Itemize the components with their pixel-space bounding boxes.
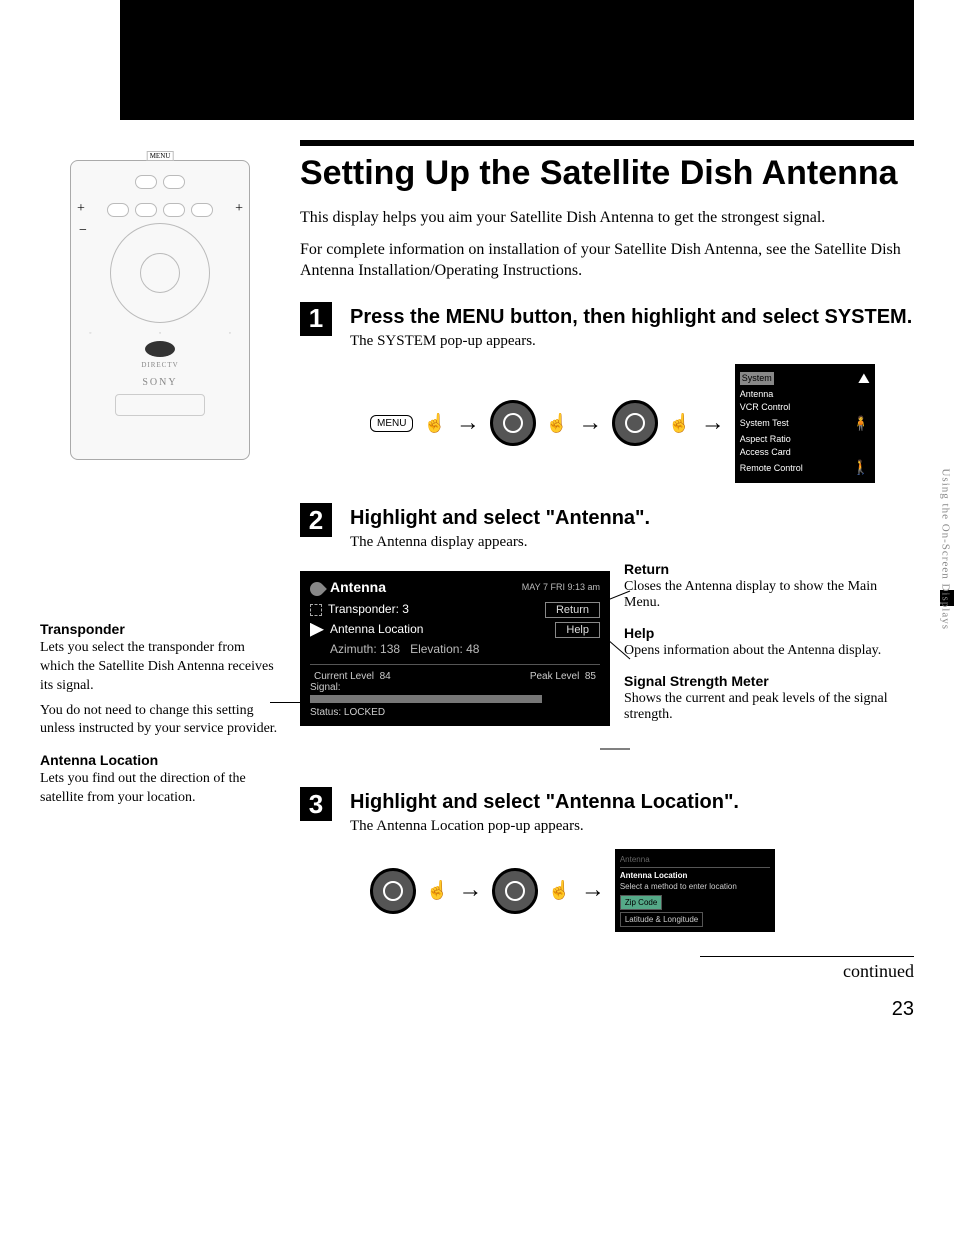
continued-row: continued xyxy=(700,956,914,982)
popup-item: Aspect Ratio xyxy=(740,433,791,446)
leaf-icon xyxy=(307,579,327,599)
step-3-subtitle: The Antenna Location pop-up appears. xyxy=(350,818,914,835)
menu-button-icon: MENU xyxy=(370,415,413,432)
antenna-osd-screen: Antenna MAY 7 FRI 9:13 am Transponder: 3… xyxy=(300,571,610,726)
remote-brand: SONY xyxy=(81,377,239,388)
press-icon: ☝ xyxy=(548,880,570,901)
current-level-label: Current Level xyxy=(314,671,374,682)
page-number: 23 xyxy=(300,998,914,1021)
field-icon xyxy=(310,604,322,616)
azimuth-label: Azimuth: xyxy=(330,642,377,656)
press-icon: ☝ xyxy=(546,413,568,434)
popup-option-latlong[interactable]: Latitude & Longitude xyxy=(620,912,703,927)
popup-section: Antenna Location xyxy=(620,870,770,881)
step-3: 3 Highlight and select "Antenna Location… xyxy=(300,787,914,932)
header-black-bar xyxy=(120,0,914,120)
peak-level-label: Peak Level xyxy=(530,671,579,682)
help-button[interactable]: Help xyxy=(555,622,600,638)
arrow-icon: → xyxy=(581,877,605,904)
step-2-subtitle: The Antenna display appears. xyxy=(350,534,914,551)
joystick-press-icon xyxy=(612,400,658,446)
remote-illustration: MENU ++− ◦◦◦ DIRECTV SONY xyxy=(70,160,250,460)
antenna-location-popup: Antenna Antenna Location Select a method… xyxy=(615,849,775,932)
antenna-location-label: Antenna Location xyxy=(330,622,423,636)
joystick-press-icon xyxy=(492,868,538,914)
popup-item: System Test xyxy=(740,417,789,430)
elevation-label: Elevation: xyxy=(410,642,463,656)
azimuth-value: 138 xyxy=(380,642,400,656)
popup-item: Access Card xyxy=(740,446,791,459)
current-level-value: 84 xyxy=(380,671,391,682)
remote-directv-label: DIRECTV xyxy=(81,361,239,369)
intro-paragraph-1: This display helps you aim your Satellit… xyxy=(300,207,914,229)
intro-paragraph-2: For complete information on installation… xyxy=(300,239,914,282)
signal-label: Signal: xyxy=(310,682,341,693)
osd-datetime: MAY 7 FRI 9:13 am xyxy=(522,582,600,592)
cursor-icon xyxy=(310,623,324,637)
page-title: Setting Up the Satellite Dish Antenna xyxy=(300,154,914,193)
def-transponder-body2: You do not need to change this setting u… xyxy=(40,702,280,740)
callouts-right: Return Closes the Antenna display to sho… xyxy=(624,561,914,737)
callout-help-title: Help xyxy=(624,625,914,641)
signal-strength-meter xyxy=(310,695,600,703)
def-transponder-title: Transponder xyxy=(40,620,280,639)
popup-item: Antenna xyxy=(740,388,774,401)
step-3-flow: ☝ → ☝ → Antenna Antenna Location Select … xyxy=(370,849,914,932)
popup-header: Antenna xyxy=(620,854,770,865)
arrow-icon: → xyxy=(701,410,725,437)
popup-item: VCR Control xyxy=(740,401,791,414)
arrow-icon: → xyxy=(578,410,602,437)
def-antloc-body: Lets you find out the direction of the s… xyxy=(40,770,280,808)
callout-meter-body: Shows the current and peak levels of the… xyxy=(624,691,914,723)
peak-level-value: 85 xyxy=(585,671,596,682)
step-1-title: Press the MENU button, then highlight an… xyxy=(350,306,914,329)
title-rule xyxy=(300,140,914,146)
step-3-title: Highlight and select "Antenna Location". xyxy=(350,791,914,814)
step-2-title: Highlight and select "Antenna". xyxy=(350,507,914,530)
transponder-value: 3 xyxy=(402,602,409,616)
side-section-label: Using the On-Screen Displays xyxy=(940,468,952,630)
status-label: Status: xyxy=(310,707,341,718)
press-icon: ☝ xyxy=(668,413,690,434)
popup-item: Remote Control xyxy=(740,462,803,475)
callout-return-body: Closes the Antenna display to show the M… xyxy=(624,579,914,611)
popup-prompt: Select a method to enter location xyxy=(620,881,770,892)
step-2: 2 Highlight and select "Antenna". The An… xyxy=(300,503,914,561)
system-popup: System ⛰ Antenna VCR Control System Test 🧍… xyxy=(735,364,875,483)
step-1: 1 Press the MENU button, then highlight … xyxy=(300,302,914,483)
osd-title: Antenna xyxy=(330,579,386,595)
step-3-number: 3 xyxy=(300,787,332,821)
def-antloc-title: Antenna Location xyxy=(40,751,280,770)
popup-title: System xyxy=(740,372,774,385)
continued-label: continued xyxy=(843,961,914,982)
joystick-icon xyxy=(490,400,536,446)
callout-help-body: Opens information about the Antenna disp… xyxy=(624,643,914,659)
return-button[interactable]: Return xyxy=(545,602,600,618)
person-icon: 🚶 xyxy=(852,458,869,478)
arrow-icon: → xyxy=(456,410,480,437)
press-icon: ☝ xyxy=(423,413,445,434)
person-icon: ⛰ xyxy=(858,369,870,389)
press-icon: ☝ xyxy=(426,880,448,901)
transponder-label: Transponder: xyxy=(328,602,399,616)
def-transponder-body1: Lets you select the transponder from whi… xyxy=(40,639,280,696)
step-1-subtitle: The SYSTEM pop-up appears. xyxy=(350,333,914,350)
elevation-value: 48 xyxy=(466,642,479,656)
step-1-flow: MENU ☝ → ☝ → ☝ → System ⛰ Antenna VCR Con… xyxy=(370,364,914,483)
remote-menu-label: MENU xyxy=(147,151,174,161)
status-value: LOCKED xyxy=(344,707,385,718)
callout-return-title: Return xyxy=(624,561,914,577)
joystick-icon xyxy=(370,868,416,914)
step-2-number: 2 xyxy=(300,503,332,537)
popup-option-zip[interactable]: Zip Code xyxy=(620,895,662,910)
person-icon: 🧍 xyxy=(852,414,869,434)
callout-meter-title: Signal Strength Meter xyxy=(624,673,914,689)
arrow-icon: → xyxy=(458,877,482,904)
sidebar-definitions: Transponder Lets you select the transpon… xyxy=(40,620,280,808)
step-1-number: 1 xyxy=(300,302,332,336)
